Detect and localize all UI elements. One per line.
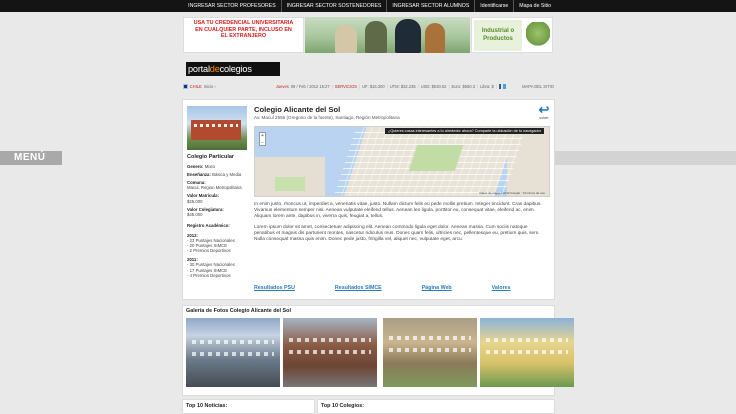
school-address: Av. Macul 2555 (Gregorio de la fuente), … [254,115,400,120]
genero-label: Genero: [187,164,204,170]
link-sector-sostenedores[interactable]: INGRESAR SECTOR SOSTENEDORES [280,0,387,12]
photo-gallery: Galería de Fotos Colegio Alicante del So… [182,305,574,396]
day-label: Jueves [275,84,289,89]
school-building [191,120,241,140]
comuna-value: Macul, Region Metropolitana [187,185,242,191]
link-resultados-simce[interactable]: Resultados SIMCE [335,285,382,291]
map-park [275,177,305,191]
gallery-photo[interactable] [480,318,574,387]
logo-part-portal: portal [188,64,210,74]
info-bar: CHILE Inicio › Jueves 09 / Feb / 2012 16… [183,82,554,91]
link-pagina-web[interactable]: Página Web [422,285,452,291]
matricula-value: $25.000 [187,198,203,204]
school-detail-panel: Colegio Particular Genero: Mixto Enseñan… [182,99,555,300]
menu-toggle[interactable]: MENÚ [0,151,62,165]
result-links: Resultados PSU Resultados SIMCE Página W… [254,285,550,291]
usd-value: USD: $530.02 [420,84,447,89]
top-noticias-panel: Top 10 Noticias: [182,399,315,414]
geolocation-prompt[interactable]: ¿Quieres cosas interesantes a tu alreded… [385,128,545,134]
euro-value: Euro: $550.3 [451,84,475,89]
location-map[interactable]: + − ¿Quieres cosas interesantes a tu alre… [254,126,550,197]
map-copyright: Datos de mapa ©2012 Google · Términos de… [479,191,545,195]
logo-part-de: de [209,64,220,74]
breadcrumb-home[interactable]: Inicio › [204,84,216,89]
record-item: - 4 Premios Deportivos [187,272,231,278]
plant-icon [526,22,550,50]
twitter-icon[interactable] [503,84,507,89]
ensenanza-label: Enseñanza: [187,172,211,178]
description-paragraph: Lorem ipsum dolor sit amet, consectetuer… [254,225,540,243]
colegiatura-value: $45.000 [187,211,203,217]
link-sector-alumnos[interactable]: INGRESAR SECTOR ALUMNOS [386,0,474,12]
back-arrow-icon: ↩ [538,102,550,117]
top-colegios-title: Top 10 Colegios: [321,403,365,409]
student-figure [335,25,357,53]
utm-value: UTM: $32.235 [389,84,416,89]
ensenanza-value: Básica y Media [212,172,242,178]
logo-part-colegios: colegios [219,64,252,74]
date-label: 09 / Feb / 2012 16:27 [290,84,330,89]
genero-value: Mixto [204,164,215,170]
registro-label: Registro Académico: [187,222,230,228]
gallery-photo[interactable] [186,318,280,387]
map-park [408,145,464,171]
credential-ad-banner[interactable]: USA TU CREDENCIAL UNIVERSITARIA EN CUALQ… [183,17,304,53]
industrial-ad-banner[interactable]: Industrial o Productos [471,17,553,53]
link-identificarse[interactable]: Identificarse [474,0,513,12]
school-type: Colegio Particular [187,154,235,160]
back-button[interactable]: ↩ volver [537,102,551,120]
student-figure [395,19,421,53]
link-sector-profesores[interactable]: INGRESAR SECTOR PROFESORES [183,0,281,12]
gallery-title: Galería de Fotos Colegio Alicante del So… [186,308,291,314]
site-map-link[interactable]: MAPA DEL SITIO [522,84,554,89]
school-info-sidebar: Colegio Particular Genero: Mixto Enseñan… [187,154,247,281]
top-navigation-bar: INGRESAR SECTOR PROFESORES INGRESAR SECT… [0,0,736,12]
menu-band [555,151,736,165]
school-description: In enim justo, rhoncus ut, imperdiet a, … [254,202,548,249]
gallery-photo[interactable] [283,318,377,387]
map-zoom-control[interactable]: + − [259,132,266,146]
country-label: CHILE [189,84,202,89]
link-mapa-sitio[interactable]: Mapa de Sitio [513,0,556,12]
back-label: volver [539,116,549,120]
link-resultados-psu[interactable]: Resultados PSU [254,285,295,291]
school-photo[interactable] [187,106,247,150]
student-figure [365,21,387,53]
top-noticias-title: Top 10 Noticias: [186,403,228,409]
top-links: INGRESAR SECTOR PROFESORES INGRESAR SECT… [183,0,556,12]
services-link[interactable]: SERVICIOS [335,84,357,89]
industrial-ad-text: Industrial o Productos [474,20,522,51]
students-photo-banner[interactable] [305,17,470,53]
student-figure [425,23,445,53]
link-valores[interactable]: Valores [492,285,511,291]
description-paragraph: In enim justo, rhoncus ut, imperdiet a, … [254,202,542,220]
top-colegios-panel: Top 10 Colegios: [317,399,555,414]
gallery-photo[interactable] [383,318,477,387]
site-logo[interactable]: portaldecolegios [186,62,280,76]
record-item: - 2 Premios Deportivos [187,248,231,254]
chile-flag-icon [183,84,188,89]
facebook-icon[interactable] [498,84,502,89]
uf-value: UF: $16.300 [362,84,385,89]
school-name: Colegio Alicante del Sol [254,105,341,114]
libra-value: Libra: $ [480,84,494,89]
credential-ad-text: USA TU CREDENCIAL UNIVERSITARIA EN CUALQ… [193,20,294,39]
